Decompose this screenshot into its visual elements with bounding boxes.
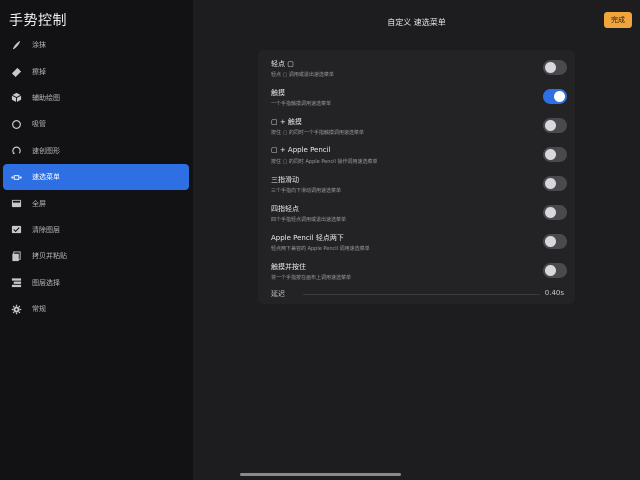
setting-title: 四指轻点: [271, 205, 299, 213]
setting-row-modifier-pencil: ▢ + Apple Pencil 按住 ▢ 的同时 Apple Pencil 操…: [258, 141, 575, 170]
sidebar-item-clear-layer[interactable]: 清除图层: [3, 217, 189, 243]
main-content: 自定义 速选菜单 完成 轻点 ▢ 轻点 ▢ 调用或退出速选菜单 触摸 一个手指触…: [193, 0, 640, 480]
setting-description: 按住 ▢ 的同时一个手指触摸调用速选菜单: [271, 130, 364, 136]
sidebar-item-label: 速创图形: [32, 146, 60, 155]
toggle-knob: [545, 236, 556, 247]
delay-label: 延迟: [271, 290, 285, 298]
clear-layer-icon: [10, 224, 22, 236]
toggle-touch-and-hold[interactable]: [543, 263, 567, 278]
setting-row-tap: 轻点 ▢ 轻点 ▢ 调用或退出速选菜单: [258, 54, 575, 83]
eyedropper-circle-icon: [10, 118, 22, 130]
fullscreen-icon: [10, 198, 22, 210]
sidebar: 手势控制 涂抹 擦掉 辅助绘图 吸管 速创图形 速选菜单 全屏 清除图层 拷贝并…: [0, 0, 193, 480]
toggle-knob: [554, 91, 565, 102]
setting-title: 三指滑动: [271, 176, 299, 184]
setting-title: ▢ + 触摸: [271, 118, 302, 126]
sidebar-item-label: 擦掉: [32, 67, 46, 76]
setting-row-touch: 触摸 一个手指触摸调用速选菜单: [258, 83, 575, 112]
setting-title: 触摸: [271, 89, 285, 97]
setting-title: 触摸并按住: [271, 263, 306, 271]
toggle-pencil-double-tap[interactable]: [543, 234, 567, 249]
toggle-touch[interactable]: [543, 89, 567, 104]
sidebar-title: 手势控制: [9, 13, 67, 29]
sidebar-item-eyedropper[interactable]: 吸管: [3, 111, 189, 137]
setting-row-touch-and-hold: 触摸并按住 将一个手指按在画布上调用速选菜单: [258, 257, 575, 286]
toggle-knob: [545, 207, 556, 218]
home-indicator: [240, 473, 401, 476]
toggle-modifier-touch[interactable]: [543, 118, 567, 133]
cube-icon: [10, 92, 22, 104]
setting-description: 轻点 ▢ 调用或退出速选菜单: [271, 72, 334, 78]
done-button[interactable]: 完成: [604, 12, 632, 28]
sidebar-item-label: 拷贝并粘贴: [32, 252, 67, 261]
layer-select-icon: [10, 277, 22, 289]
setting-row-modifier-touch: ▢ + 触摸 按住 ▢ 的同时一个手指触摸调用速选菜单: [258, 112, 575, 141]
setting-row-three-finger-swipe: 三指滑动 三个手指向下滑动调用速选菜单: [258, 170, 575, 199]
sidebar-item-smudge[interactable]: 涂抹: [3, 32, 189, 58]
setting-title: ▢ + Apple Pencil: [271, 146, 331, 154]
copy-paste-icon: [10, 250, 22, 262]
sidebar-nav: 涂抹 擦掉 辅助绘图 吸管 速创图形 速选菜单 全屏 清除图层 拷贝并粘贴 图层…: [3, 32, 189, 322]
page-title: 自定义 速选菜单: [387, 18, 446, 27]
quickmenu-icon: [10, 171, 22, 183]
setting-description: 四个手指轻点调用或退出速选菜单: [271, 217, 347, 223]
sidebar-item-label: 清除图层: [32, 225, 60, 234]
sidebar-item-label: 速选菜单: [32, 173, 60, 182]
setting-title: 轻点 ▢: [271, 60, 294, 68]
quickshape-icon: [10, 145, 22, 157]
setting-title: Apple Pencil 轻点两下: [271, 234, 344, 242]
toggle-knob: [545, 120, 556, 131]
sidebar-item-erase[interactable]: 擦掉: [3, 58, 189, 84]
sidebar-item-label: 图层选择: [32, 278, 60, 287]
sidebar-item-copy-paste[interactable]: 拷贝并粘贴: [3, 243, 189, 269]
toggle-knob: [545, 149, 556, 160]
toggle-modifier-pencil[interactable]: [543, 147, 567, 162]
delay-slider[interactable]: [303, 294, 540, 295]
sidebar-item-label: 常规: [32, 305, 46, 314]
setting-description: 将一个手指按在画布上调用速选菜单: [271, 275, 352, 281]
sidebar-item-fullscreen[interactable]: 全屏: [3, 190, 189, 216]
setting-description: 按住 ▢ 的同时 Apple Pencil 操作调用速选菜单: [271, 159, 378, 165]
sidebar-item-quickshape[interactable]: 速创图形: [3, 138, 189, 164]
toggle-knob: [545, 178, 556, 189]
toggle-tap[interactable]: [543, 60, 567, 75]
settings-panel: 轻点 ▢ 轻点 ▢ 调用或退出速选菜单 触摸 一个手指触摸调用速选菜单 ▢ + …: [258, 50, 575, 304]
toggle-three-finger-swipe[interactable]: [543, 176, 567, 191]
setting-description: 轻点两下兼容的 Apple Pencil 调用速选菜单: [271, 246, 370, 252]
setting-description: 三个手指向下滑动调用速选菜单: [271, 188, 342, 194]
sidebar-item-layer-select[interactable]: 图层选择: [3, 270, 189, 296]
gear-icon: [10, 303, 22, 315]
sidebar-item-label: 全屏: [32, 199, 46, 208]
sidebar-item-label: 辅助绘图: [32, 93, 60, 102]
toggle-four-finger-tap[interactable]: [543, 205, 567, 220]
delay-row: 延迟 0.40s: [258, 286, 575, 302]
delay-value: 0.40s: [544, 289, 564, 297]
smudge-brush-icon: [10, 39, 22, 51]
setting-row-four-finger-tap: 四指轻点 四个手指轻点调用或退出速选菜单: [258, 199, 575, 228]
sidebar-item-label: 涂抹: [32, 41, 46, 50]
toggle-knob: [545, 62, 556, 73]
sidebar-item-general[interactable]: 常规: [3, 296, 189, 322]
sidebar-item-label: 吸管: [32, 120, 46, 129]
setting-row-pencil-double-tap: Apple Pencil 轻点两下 轻点两下兼容的 Apple Pencil 调…: [258, 228, 575, 257]
eraser-icon: [10, 66, 22, 78]
sidebar-item-assisted-drawing[interactable]: 辅助绘图: [3, 85, 189, 111]
setting-description: 一个手指触摸调用速选菜单: [271, 101, 332, 107]
toggle-knob: [545, 265, 556, 276]
sidebar-item-quickmenu[interactable]: 速选菜单: [3, 163, 189, 191]
